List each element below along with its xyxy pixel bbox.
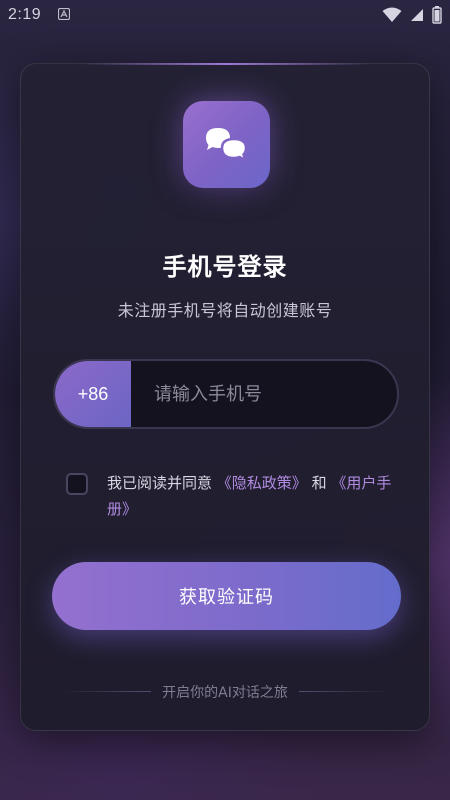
login-card: 手机号登录 未注册手机号将自动创建账号 +86 我已阅读并同意 《隐私政策》 和… [20,63,430,731]
page-subtitle: 未注册手机号将自动创建账号 [117,301,333,320]
privacy-policy-link[interactable]: 《隐私政策》 [217,474,307,492]
footer-divider-right [299,691,389,692]
agreement-checkbox[interactable] [66,473,88,495]
page-title: 手机号登录 [162,253,288,281]
footer-tagline: 开启你的AI对话之旅 [162,685,288,701]
app-logo [183,101,270,188]
agreement-text: 我已阅读并同意 《隐私政策》 和 《用户手册》 [107,470,392,522]
agreement-prefix: 我已阅读并同意 [107,474,213,492]
footer: 开启你的AI对话之旅 [21,682,429,702]
card-top-glow [81,63,371,65]
get-verification-code-button[interactable]: 获取验证码 [52,562,401,630]
status-time: 2:19 [8,6,42,23]
phone-field: +86 [53,359,399,429]
country-code-selector[interactable]: +86 [55,361,131,427]
battery-icon [432,6,442,24]
agreement-connector: 和 [311,474,327,492]
signal-icon [411,9,423,21]
phone-input[interactable] [131,361,397,427]
status-indicators [382,6,442,24]
chat-bubbles-icon [205,127,247,163]
app-notification-icon [58,8,70,20]
wifi-icon [382,7,402,22]
status-bar: 2:19 [0,0,450,30]
